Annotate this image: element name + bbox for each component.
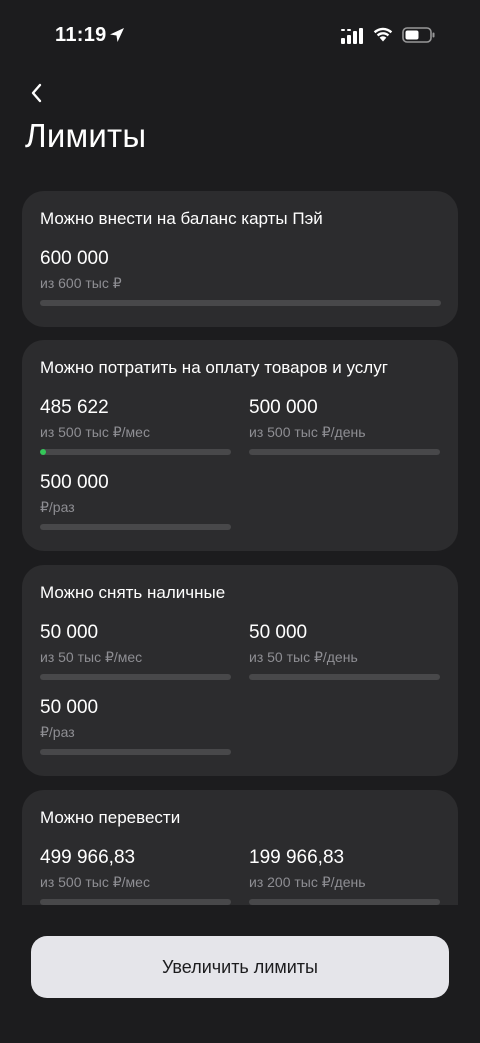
- limit-value: 500 000: [40, 472, 109, 493]
- limit-subtitle: из 500 тыс ₽/мес: [40, 874, 150, 890]
- page-title: Лимиты: [25, 117, 147, 154]
- cellular-signal-icon: [341, 28, 363, 44]
- limit-progress-bar: [249, 449, 440, 455]
- limit-progress-bar: [40, 674, 231, 680]
- limit-value: 485 622: [40, 397, 109, 418]
- limit-subtitle: из 50 тыс ₽/день: [249, 649, 358, 665]
- wifi-icon: [373, 27, 393, 42]
- location-arrow-icon: [110, 28, 124, 42]
- limit-value: 500 000: [249, 397, 318, 418]
- limit-progress-bar: [249, 674, 440, 680]
- limit-value: 50 000: [249, 622, 308, 643]
- limit-per-transaction: 500 000 ₽/раз: [40, 472, 231, 530]
- status-bar: 11:19: [0, 0, 480, 70]
- limit-value: 199 966,83: [249, 847, 345, 868]
- card-title: Можно перевести: [40, 808, 181, 827]
- limit-subtitle: ₽/раз: [40, 499, 75, 515]
- limit-day: 500 000 из 500 тыс ₽/день: [249, 397, 440, 455]
- back-button[interactable]: [22, 78, 52, 108]
- card-title: Можно потратить на оплату товаров и услу…: [40, 358, 388, 377]
- limit-month: 485 622 из 500 тыс ₽/мес: [40, 397, 231, 455]
- card-cash-withdrawal: Можно снять наличные 50 000 из 50 тыс ₽/…: [22, 565, 458, 776]
- limit-subtitle: из 500 тыс ₽/мес: [40, 424, 150, 440]
- limits-list[interactable]: Можно внести на баланс карты Пэй 600 000…: [0, 190, 480, 905]
- limit-day: 50 000 из 50 тыс ₽/день: [249, 622, 440, 680]
- card-title: Можно внести на баланс карты Пэй: [40, 209, 323, 228]
- limit-value: 50 000: [40, 622, 99, 643]
- limit-subtitle: из 500 тыс ₽/день: [249, 424, 366, 440]
- limit-progress-bar: [40, 524, 231, 530]
- limit-per-transaction: 50 000 ₽/раз: [40, 697, 231, 755]
- card-title: Можно снять наличные: [40, 583, 226, 602]
- limit-value: 50 000: [40, 697, 99, 718]
- limit-day: 199 966,83 из 200 тыс ₽/день: [249, 847, 440, 905]
- card-transfers: Можно перевести 499 966,83 из 500 тыс ₽/…: [22, 790, 458, 905]
- limit-month: 499 966,83 из 500 тыс ₽/мес: [40, 847, 231, 905]
- limit-subtitle: из 600 тыс ₽: [40, 275, 122, 291]
- limit-subtitle: из 50 тыс ₽/мес: [40, 649, 143, 665]
- limit-progress-bar: [40, 300, 441, 306]
- limit-progress-bar: [40, 449, 231, 455]
- limits-screen: 11:19 Лимиты Можно внести на баланс карт…: [0, 0, 480, 1043]
- battery-icon: [402, 27, 435, 43]
- limit-value: 499 966,83: [40, 847, 136, 868]
- limit-subtitle: ₽/раз: [40, 724, 75, 740]
- limit-subtitle: из 200 тыс ₽/день: [249, 874, 366, 890]
- bottom-action-area: Увеличить лимиты: [0, 905, 480, 1043]
- limit-top-up: 600 000 из 600 тыс ₽: [40, 248, 441, 306]
- increase-limits-button[interactable]: Увеличить лимиты: [31, 936, 449, 998]
- limit-progress-bar: [40, 749, 231, 755]
- card-top-up: Можно внести на баланс карты Пэй 600 000…: [22, 191, 458, 327]
- limit-value: 600 000: [40, 248, 109, 269]
- status-time: 11:19: [55, 24, 107, 46]
- chevron-left-icon: [31, 83, 42, 103]
- limit-month: 50 000 из 50 тыс ₽/мес: [40, 622, 231, 680]
- card-purchases: Можно потратить на оплату товаров и услу…: [22, 340, 458, 551]
